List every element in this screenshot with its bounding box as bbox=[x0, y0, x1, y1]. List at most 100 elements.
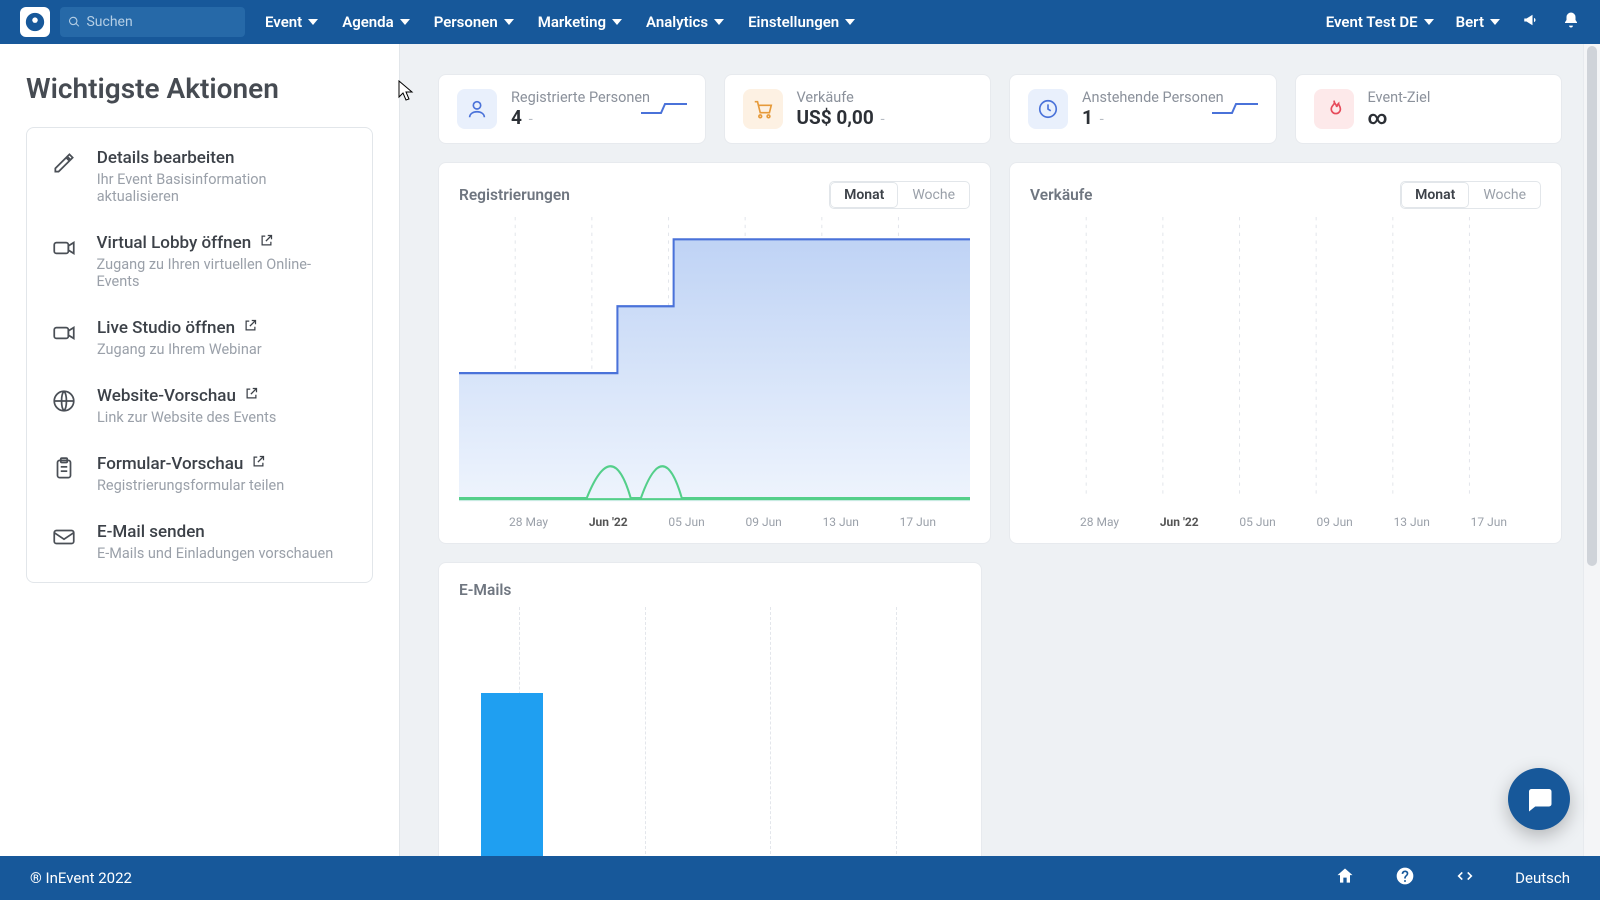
action-sub: Registrierungsformular teilen bbox=[97, 477, 284, 494]
search-icon bbox=[68, 15, 80, 29]
action-title: Details bearbeiten bbox=[97, 148, 350, 168]
chevron-down-icon bbox=[845, 19, 855, 25]
stat-value: ∞ bbox=[1368, 106, 1544, 129]
x-axis: 28 May Jun '22 05 Jun 09 Jun 13 Jun 17 J… bbox=[459, 507, 970, 533]
action-4[interactable]: Formular-Vorschau Registrierungsformular… bbox=[27, 440, 372, 508]
chevron-down-icon bbox=[1424, 19, 1434, 25]
chevron-down-icon bbox=[1490, 19, 1500, 25]
chat-button[interactable] bbox=[1508, 768, 1570, 830]
video-icon bbox=[49, 233, 79, 290]
nav-personen[interactable]: Personen bbox=[434, 13, 514, 31]
nav-analytics[interactable]: Analytics bbox=[646, 13, 724, 31]
globe-icon bbox=[49, 386, 79, 426]
user-icon bbox=[457, 89, 497, 129]
pencil-icon bbox=[49, 148, 79, 205]
app-logo[interactable] bbox=[20, 7, 50, 37]
cart-icon bbox=[743, 89, 783, 129]
x-axis: 28 May Jun '22 05 Jun 09 Jun 13 Jun 17 J… bbox=[1030, 507, 1541, 533]
action-0[interactable]: Details bearbeiten Ihr Event Basisinforma… bbox=[27, 134, 372, 219]
main-content: Registrierte Personen4 -VerkäufeUS$ 0,00… bbox=[400, 44, 1600, 856]
external-link-icon bbox=[243, 318, 258, 338]
sidebar: Wichtigste Aktionen Details bearbeiten Ih… bbox=[0, 44, 400, 856]
action-title: Live Studio öffnen bbox=[97, 318, 262, 338]
sidebar-title: Wichtigste Aktionen bbox=[26, 72, 373, 105]
card-emails: E-Mails bbox=[438, 562, 982, 856]
user-menu[interactable]: Bert bbox=[1456, 13, 1500, 31]
action-1[interactable]: Virtual Lobby öffnen Zugang zu Ihren vir… bbox=[27, 219, 372, 304]
action-sub: Ihr Event Basisinformation aktualisieren bbox=[97, 171, 350, 205]
clipboard-icon bbox=[49, 454, 79, 494]
nav-agenda[interactable]: Agenda bbox=[342, 13, 410, 31]
card-registrierungen: Registrierungen Monat Woche bbox=[438, 162, 991, 544]
chevron-down-icon bbox=[308, 19, 318, 25]
footer-language[interactable]: Deutsch bbox=[1515, 869, 1570, 887]
action-sub: Link zur Website des Events bbox=[97, 409, 276, 426]
action-2[interactable]: Live Studio öffnen Zugang zu Ihrem Webin… bbox=[27, 304, 372, 372]
toggle-monat[interactable]: Monat bbox=[830, 182, 898, 208]
search-input[interactable] bbox=[86, 14, 237, 30]
chart-registrierungen bbox=[459, 217, 970, 507]
toggle-monat[interactable]: Monat bbox=[1401, 182, 1469, 208]
mail-icon bbox=[49, 522, 79, 562]
chart-emails bbox=[459, 607, 961, 856]
stat-label: Registrierte Personen bbox=[511, 89, 627, 106]
nav-marketing[interactable]: Marketing bbox=[538, 13, 622, 31]
video-icon bbox=[49, 318, 79, 358]
cursor-icon bbox=[398, 80, 414, 106]
action-3[interactable]: Website-Vorschau Link zur Website des Ev… bbox=[27, 372, 372, 440]
stat-label: Event-Ziel bbox=[1368, 89, 1544, 106]
megaphone-icon[interactable] bbox=[1522, 11, 1540, 33]
action-title: Website-Vorschau bbox=[97, 386, 276, 406]
chevron-down-icon bbox=[714, 19, 724, 25]
card-title: E-Mails bbox=[459, 581, 511, 599]
clock-icon bbox=[1028, 89, 1068, 129]
toggle-woche[interactable]: Woche bbox=[1469, 182, 1540, 208]
action-sub: Zugang zu Ihren virtuellen Online-Events bbox=[97, 256, 350, 290]
actions-card: Details bearbeiten Ihr Event Basisinforma… bbox=[26, 127, 373, 583]
card-verkaeufe: Verkäufe Monat Woche 28 May Jun '22 05 J… bbox=[1009, 162, 1562, 544]
action-sub: E-Mails und Einladungen vorschauen bbox=[97, 545, 333, 562]
nav-items: Event Agenda Personen Marketing Analytic… bbox=[265, 13, 855, 31]
card-title: Registrierungen bbox=[459, 186, 570, 204]
chevron-down-icon bbox=[400, 19, 410, 25]
flame-icon bbox=[1314, 89, 1354, 129]
action-sub: Zugang zu Ihrem Webinar bbox=[97, 341, 262, 358]
chevron-down-icon bbox=[504, 19, 514, 25]
code-icon[interactable] bbox=[1455, 866, 1475, 890]
scrollbar-thumb[interactable] bbox=[1587, 46, 1597, 566]
stat-3[interactable]: Event-Ziel∞ bbox=[1295, 74, 1563, 144]
time-toggle: Monat Woche bbox=[1400, 181, 1541, 209]
time-toggle: Monat Woche bbox=[829, 181, 970, 209]
help-icon[interactable] bbox=[1395, 866, 1415, 890]
stat-value: 4 - bbox=[511, 106, 627, 129]
toggle-woche[interactable]: Woche bbox=[898, 182, 969, 208]
stat-row: Registrierte Personen4 - VerkäufeUS$ 0,00… bbox=[438, 74, 1562, 144]
bell-icon[interactable] bbox=[1562, 11, 1580, 33]
top-nav: Event Agenda Personen Marketing Analytic… bbox=[0, 0, 1600, 44]
action-title: Virtual Lobby öffnen bbox=[97, 233, 350, 253]
external-link-icon bbox=[251, 454, 266, 474]
action-5[interactable]: E-Mail senden E-Mails und Einladungen vor… bbox=[27, 508, 372, 576]
chart-verkaeufe bbox=[1030, 217, 1541, 507]
stat-0[interactable]: Registrierte Personen4 - bbox=[438, 74, 706, 144]
footer: ® InEvent 2022 Deutsch bbox=[0, 856, 1600, 900]
card-title: Verkäufe bbox=[1030, 186, 1092, 204]
action-title: Formular-Vorschau bbox=[97, 454, 284, 474]
scrollbar[interactable] bbox=[1583, 44, 1600, 856]
stat-2[interactable]: Anstehende Personen1 - bbox=[1009, 74, 1277, 144]
action-title: E-Mail senden bbox=[97, 522, 333, 542]
event-selector[interactable]: Event Test DE bbox=[1326, 13, 1434, 31]
nav-einstellungen[interactable]: Einstellungen bbox=[748, 13, 855, 31]
home-icon[interactable] bbox=[1335, 866, 1355, 890]
stat-1[interactable]: VerkäufeUS$ 0,00 - bbox=[724, 74, 992, 144]
stat-value: 1 - bbox=[1082, 106, 1198, 129]
chevron-down-icon bbox=[612, 19, 622, 25]
stat-value: US$ 0,00 - bbox=[797, 106, 973, 129]
search-input-wrap[interactable] bbox=[60, 7, 245, 37]
stat-label: Anstehende Personen bbox=[1082, 89, 1198, 106]
footer-copyright: ® InEvent 2022 bbox=[30, 869, 132, 887]
external-link-icon bbox=[244, 386, 259, 406]
external-link-icon bbox=[259, 233, 274, 253]
nav-event[interactable]: Event bbox=[265, 13, 318, 31]
stat-label: Verkäufe bbox=[797, 89, 973, 106]
